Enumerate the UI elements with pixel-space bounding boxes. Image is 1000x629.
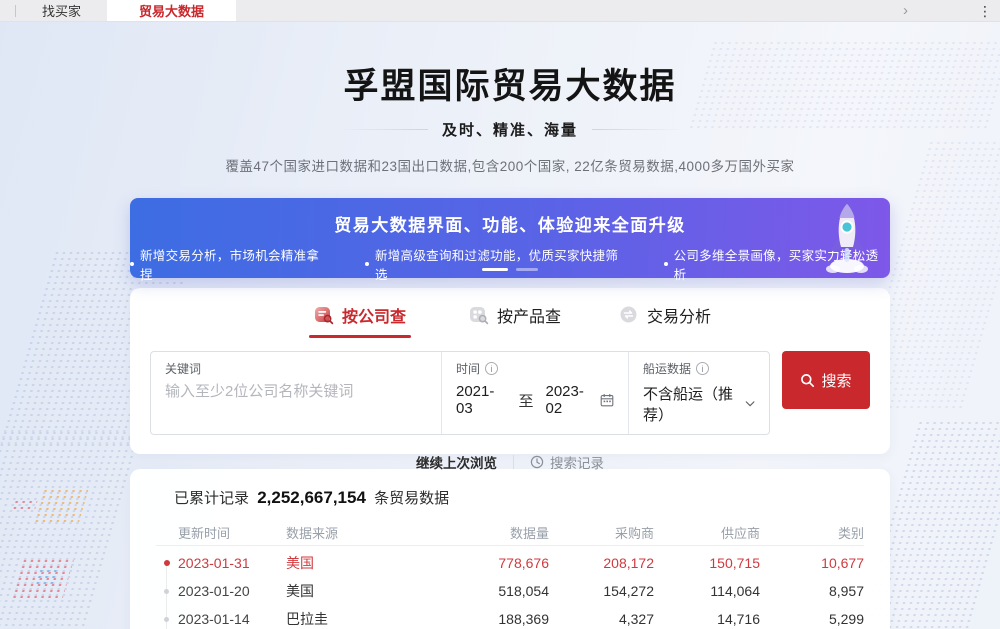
- carousel-dot-active[interactable]: [482, 268, 508, 271]
- active-tab-underline: [309, 335, 411, 338]
- map-dots-orange: [33, 488, 89, 522]
- time-label: 时间: [456, 360, 480, 377]
- stats-count: 2,252,667,154: [257, 488, 366, 507]
- cell-volume: 518,054: [434, 583, 549, 599]
- shipping-select[interactable]: 不含船运（推荐）: [643, 383, 755, 425]
- chevron-right-icon[interactable]: ›: [903, 1, 908, 21]
- rocket-icon: [818, 200, 876, 276]
- table-row[interactable]: 2023-01-31 美国 778,676 208,172 150,715 10…: [156, 549, 864, 577]
- shipping-cell: 船运数据 不含船运（推荐）: [628, 352, 769, 434]
- cell-volume: 188,369: [434, 611, 549, 627]
- cell-buyers: 154,272: [549, 583, 654, 599]
- timeline-bullet: [164, 560, 170, 566]
- continue-browsing-link[interactable]: 继续上次浏览: [416, 452, 497, 472]
- search-tabs: 按公司查 按产品查: [130, 303, 890, 338]
- map-dots-red-small: [10, 499, 38, 513]
- page-title: 孚盟国际贸易大数据: [130, 58, 890, 109]
- carousel-dot[interactable]: [516, 268, 538, 271]
- subtitle-line-left: [336, 129, 428, 130]
- col-header-categories: 类别: [760, 523, 864, 542]
- tab-label: 按公司查: [342, 303, 406, 327]
- cell-volume: 778,676: [434, 555, 549, 571]
- cell-source: 巴拉圭: [286, 609, 434, 629]
- table-header-row: 更新时间 数据来源 数据量 采购商 供应商 类别: [156, 520, 864, 546]
- clock-icon: [530, 455, 544, 469]
- search-history-label: 搜索记录: [550, 452, 604, 472]
- banner-bullet: 新增交易分析，市场机会精准拿捏: [130, 245, 331, 283]
- timeline-bullet: [164, 617, 169, 622]
- calendar-icon[interactable]: [600, 393, 614, 407]
- table-row[interactable]: 2023-01-14 巴拉圭 188,369 4,327 14,716 5,29…: [156, 605, 864, 629]
- shipping-label: 船运数据: [643, 360, 691, 377]
- date-separator: 至: [518, 390, 533, 411]
- cell-suppliers: 14,716: [654, 611, 760, 627]
- map-dots-blue: [33, 568, 60, 586]
- keyword-cell: 关键词: [151, 352, 441, 434]
- cell-date: 2023-01-14: [178, 611, 286, 627]
- top-tab-bar: 找买家 贸易大数据 › ⋮: [0, 0, 1000, 22]
- search-button-label: 搜索: [821, 370, 851, 391]
- page-subtitle: 及时、精准、海量: [442, 119, 578, 140]
- table-body: 2023-01-31 美国 778,676 208,172 150,715 10…: [156, 549, 864, 629]
- search-button[interactable]: 搜索: [782, 351, 870, 409]
- links-divider: [513, 455, 514, 469]
- search-form-box: 关键词 时间 2021-03 至 2023-02: [150, 351, 770, 435]
- keyword-input[interactable]: [165, 383, 427, 400]
- cell-source: 美国: [286, 553, 434, 573]
- timeline-bullet: [164, 589, 169, 594]
- col-header-suppliers: 供应商: [654, 523, 760, 542]
- map-dots-red-cluster: [10, 558, 75, 602]
- cell-buyers: 208,172: [549, 555, 654, 571]
- cell-date: 2023-01-31: [178, 555, 286, 571]
- tab-trade-analysis[interactable]: 交易分析: [619, 303, 711, 338]
- company-search-icon: [314, 305, 334, 325]
- banner-bullet: 新增高级查询和过滤功能，优质买家快捷筛选: [365, 245, 630, 283]
- hero-description: 覆盖47个国家进口数据和23国出口数据,包含200个国家, 22亿条贸易数据,4…: [130, 155, 890, 175]
- chevron-down-icon: [745, 400, 755, 408]
- stats-line: 已累计记录 2,252,667,154 条贸易数据: [156, 469, 864, 508]
- hero-section: 孚盟国际贸易大数据 及时、精准、海量 覆盖47个国家进口数据和23国出口数据,包…: [130, 58, 890, 175]
- trade-analysis-icon: [619, 305, 639, 325]
- carousel-indicator: [130, 268, 890, 271]
- cell-suppliers: 114,064: [654, 583, 760, 599]
- cell-categories: 5,299: [760, 611, 864, 627]
- banner-bullets: 新增交易分析，市场机会精准拿捏 新增高级查询和过滤功能，优质买家快捷筛选 公司多…: [130, 245, 890, 283]
- keyword-label: 关键词: [165, 360, 201, 377]
- tab-label: 按产品查: [497, 303, 561, 327]
- banner-title: 贸易大数据界面、功能、体验迎来全面升级: [130, 198, 890, 236]
- cell-suppliers: 150,715: [654, 555, 760, 571]
- date-from[interactable]: 2021-03: [456, 383, 506, 417]
- col-header-data-volume: 数据量: [434, 523, 549, 542]
- tab-find-buyers[interactable]: 找买家: [16, 0, 107, 21]
- col-header-data-source: 数据来源: [286, 523, 434, 542]
- cell-categories: 8,957: [760, 583, 864, 599]
- tab-trade-bigdata[interactable]: 贸易大数据: [107, 0, 236, 21]
- search-card: 按公司查 按产品查: [130, 288, 890, 454]
- table-row[interactable]: 2023-01-20 美国 518,054 154,272 114,064 8,…: [156, 577, 864, 605]
- subtitle-line-right: [592, 129, 684, 130]
- product-search-icon: [469, 305, 489, 325]
- cell-source: 美国: [286, 581, 434, 601]
- promo-banner[interactable]: 贸易大数据界面、功能、体验迎来全面升级 新增交易分析，市场机会精准拿捏 新增高级…: [130, 198, 890, 278]
- stats-prefix: 已累计记录: [174, 490, 249, 507]
- cell-date: 2023-01-20: [178, 583, 286, 599]
- stats-suffix: 条贸易数据: [374, 490, 449, 507]
- col-header-buyers: 采购商: [549, 523, 654, 542]
- search-history-link[interactable]: 搜索记录: [530, 452, 604, 472]
- col-header-update-time: 更新时间: [178, 523, 286, 542]
- info-icon[interactable]: [696, 362, 709, 375]
- kebab-menu-icon[interactable]: ⋮: [978, 1, 992, 21]
- cell-buyers: 4,327: [549, 611, 654, 627]
- search-form: 关键词 时间 2021-03 至 2023-02: [150, 351, 870, 435]
- data-table-card: 已累计记录 2,252,667,154 条贸易数据 更新时间 数据来源 数据量 …: [130, 469, 890, 629]
- cell-categories: 10,677: [760, 555, 864, 571]
- tab-label: 交易分析: [647, 303, 711, 327]
- tab-search-by-company[interactable]: 按公司查: [309, 303, 411, 338]
- date-to[interactable]: 2023-02: [546, 383, 596, 417]
- tab-search-by-product[interactable]: 按产品查: [469, 303, 561, 338]
- info-icon[interactable]: [485, 362, 498, 375]
- shipping-value: 不含船运（推荐）: [643, 383, 745, 425]
- search-icon: [800, 373, 815, 388]
- time-cell: 时间 2021-03 至 2023-02: [441, 352, 628, 434]
